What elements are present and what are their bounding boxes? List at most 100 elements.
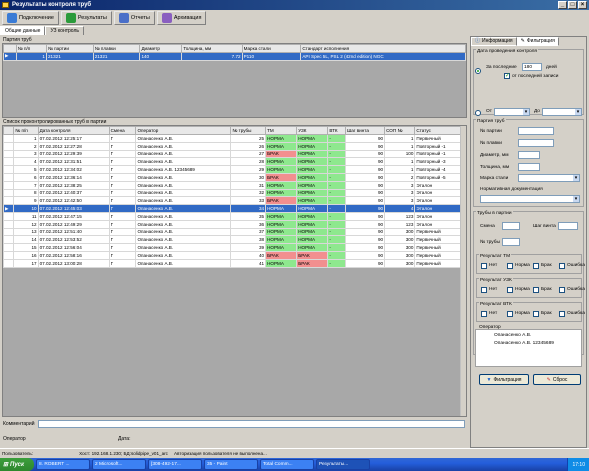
table-cell: Опанасенко А.В. [135, 149, 232, 159]
toolbar-button-3[interactable]: Архивация [156, 11, 207, 25]
column-header[interactable]: Марка стали [241, 44, 302, 53]
thickness-input[interactable] [518, 163, 540, 171]
table-row[interactable]: 6 07.02.2012 12:36:14 Г Опанасенко А.В. 30 БР… [3, 172, 466, 182]
table-row[interactable]: 16 07.02.2012 12:58:16 Г Опанасенко А.В. 40 Б… [3, 250, 466, 260]
toolbar-button-0[interactable]: Подключение [2, 11, 59, 25]
batch-no-input[interactable] [518, 127, 554, 135]
diameter-input[interactable] [518, 151, 540, 159]
column-header[interactable]: Диаметр [139, 44, 183, 53]
vtk-0-checkbox[interactable] [481, 311, 487, 317]
shift-input[interactable] [502, 222, 520, 230]
batch-grid[interactable]: № п/п № партии № плавки Диаметр Толщина, мм М… [2, 43, 467, 118]
table-row[interactable]: 14 07.02.2012 12:53:52 Г Опанасенко А.В. 38 Н… [3, 235, 466, 245]
steel-select[interactable] [518, 174, 580, 182]
table-row[interactable]: 13 07.02.2012 12:51:40 Г Опанасенко А.В. 37 Н… [3, 227, 466, 237]
pipes-scrollbar[interactable] [460, 126, 466, 416]
option-label: Ошибка [567, 311, 585, 316]
column-header[interactable]: Оператор [135, 126, 232, 135]
operator-item[interactable]: Опанасенко А.В. [494, 333, 531, 338]
table-row[interactable]: 11 07.02.2012 12:47:15 Г Опанасенко А.В. 35 Н… [3, 211, 466, 221]
column-header[interactable]: УЗК [296, 126, 329, 135]
uzk-2-checkbox[interactable] [533, 287, 539, 293]
tm-3-checkbox[interactable] [559, 263, 565, 269]
table-row[interactable]: ▶ 1 21321 21321 140 7.72 P110 API Spec 5L, PSL … [3, 52, 466, 61]
taskbar-item[interactable]: 35 - Paint [204, 459, 258, 470]
table-row[interactable]: 5 07.02.2012 12:34:02 Г Опанасенко А.В. 123… [3, 165, 466, 174]
table-row[interactable]: 12 07.02.2012 12:49:29 Г Опанасенко А.В. 36 Н… [3, 219, 466, 229]
vtk-3-checkbox[interactable] [559, 311, 565, 317]
taskbar-item[interactable]: 2 Microsoft... [92, 459, 146, 470]
from-last-checkbox[interactable] [504, 72, 510, 79]
comment-field[interactable] [38, 420, 465, 428]
table-cell: НОРМА [265, 180, 298, 190]
table-row[interactable]: ▶ 10 07.02.2012 12:45:03 Г Опанасенко А.В. 34… [3, 204, 466, 213]
table-row[interactable]: 8 07.02.2012 12:40:37 Г Опанасенко А.В. 32 НО… [3, 188, 466, 198]
pipes-grid[interactable]: № п/п Дата контроля Смена Оператор № трубы ТМ… [2, 125, 467, 417]
uzk-1-checkbox[interactable] [507, 287, 513, 293]
column-header[interactable]: ВТК [327, 126, 346, 135]
vtk-1-checkbox[interactable] [507, 311, 513, 317]
operator-item[interactable]: Опанасенко А.В. 12345689 [494, 341, 554, 346]
tm-1-checkbox[interactable] [507, 263, 513, 269]
column-header[interactable]: № плавки [92, 44, 141, 53]
table-row[interactable]: 3 07.02.2012 12:29:39 Г Опанасенко А.В. 27 БР… [3, 149, 466, 159]
column-header[interactable]: Толщина, мм [181, 44, 243, 53]
column-header[interactable]: Шаг винта [344, 126, 386, 135]
column-header[interactable]: № партии [45, 44, 94, 53]
tab-filter[interactable]: ✎ Фильтрация [516, 37, 559, 46]
vtk-2-checkbox[interactable] [533, 311, 539, 317]
last-days-radio[interactable] [475, 68, 481, 74]
table-row[interactable]: 17 07.02.2012 13:00:28 Г Опанасенко А.В. 41 Н… [3, 258, 466, 268]
toolbar-button-2[interactable]: Отчеты [113, 11, 155, 25]
uzk-3-checkbox[interactable] [559, 287, 565, 293]
table-cell: 1 [384, 165, 416, 174]
table-row[interactable]: 9 07.02.2012 12:42:50 Г Опанасенко А.В. 33 БР… [3, 196, 466, 206]
table-row[interactable]: 7 07.02.2012 12:38:25 Г Опанасенко А.В. 31 НО… [3, 180, 466, 190]
filter-button[interactable]: ▼ Фильтрация [479, 374, 529, 385]
table-row[interactable]: 15 07.02.2012 12:56:04 Г Опанасенко А.В. 39 Н… [3, 243, 466, 252]
table-row[interactable]: 2 07.02.2012 12:27:28 Г Опанасенко А.В. 26 НО… [3, 141, 466, 151]
reset-button[interactable]: ✎ Сброс [533, 374, 581, 385]
column-header[interactable]: Смена [108, 126, 137, 135]
column-header[interactable]: Стандарт исполнения [300, 44, 466, 53]
taskbar-item[interactable]: 8. ROBERT ... [36, 459, 90, 470]
heat-no-input[interactable] [518, 139, 554, 147]
table-cell: 3 [384, 196, 416, 206]
column-header[interactable]: № п/п [13, 126, 39, 135]
minimize-button[interactable]: _ [558, 1, 567, 9]
last-label: За последние [486, 65, 517, 70]
pipe-no-input[interactable] [502, 238, 520, 246]
tm-0-checkbox[interactable] [481, 263, 487, 269]
toolbar-button-1[interactable]: Результаты [60, 11, 112, 25]
uzk-0-checkbox[interactable] [481, 287, 487, 293]
screw-step-label: Шаг винта [533, 224, 556, 229]
column-header[interactable]: ТМ [265, 126, 298, 135]
screw-step-input[interactable] [558, 222, 578, 230]
maximize-button[interactable]: □ [568, 1, 577, 9]
from-date-picker[interactable] [494, 108, 530, 116]
tab-general[interactable]: Общие данные [0, 26, 46, 35]
column-header[interactable]: СОП № [384, 126, 416, 135]
tab-uz-control[interactable]: УЗ контроль [45, 26, 84, 35]
taskbar-item[interactable]: Total Comm... [260, 459, 314, 470]
tab-info[interactable]: ⓘ Информация [471, 37, 517, 46]
start-button[interactable]: ⊞ Пуск [0, 458, 34, 471]
taskbar-item[interactable]: Результаты... [316, 459, 370, 470]
column-header[interactable]: № трубы [230, 126, 267, 135]
date-range-radio[interactable] [475, 110, 481, 116]
table-row[interactable]: 1 07.02.2012 12:25:17 Г Опанасенко А.В. 25 НО… [3, 134, 466, 143]
row-indicator-icon: ▶ [3, 204, 15, 213]
table-row[interactable]: 4 07.02.2012 12:31:51 Г Опанасенко А.В. 28 НО… [3, 157, 466, 167]
close-button[interactable]: × [578, 1, 587, 9]
table-cell: НОРМА [296, 219, 329, 229]
taskbar-item[interactable]: [308-492-17... [148, 459, 202, 470]
column-header[interactable]: Статус [414, 126, 466, 135]
to-date-picker[interactable] [542, 108, 582, 116]
last-days-input[interactable]: 180 [522, 63, 542, 71]
operator-list[interactable]: Опанасенко А.В. Опанасенко А.В. 12345689 [475, 329, 582, 367]
norm-doc-select[interactable] [480, 195, 580, 203]
column-header[interactable]: Дата контроля [37, 126, 110, 135]
column-header[interactable]: № п/п [15, 44, 47, 53]
table-cell: - [327, 250, 346, 260]
tm-2-checkbox[interactable] [533, 263, 539, 269]
